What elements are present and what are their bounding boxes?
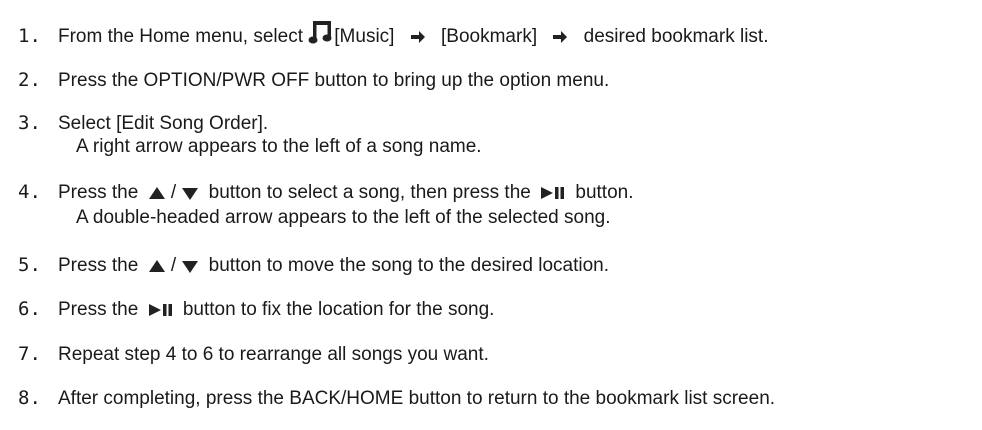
step-3: 3. Select [Edit Song Order]. (18, 111, 268, 136)
step-number: 6. (18, 298, 41, 320)
up-triangle-icon (148, 184, 166, 208)
step-number: 2. (18, 69, 41, 91)
step-text: Press the OPTION/PWR OFF button to bring… (58, 70, 610, 91)
step-text: Press the (58, 182, 139, 203)
step-number: 1. (18, 25, 41, 47)
step-number: 7. (18, 343, 41, 365)
slash-separator: / (170, 255, 177, 276)
bookmark-list-text: desired bookmark list. (583, 26, 769, 47)
slash-separator: / (170, 182, 177, 203)
step-text: Press the (58, 255, 139, 276)
step-number: 4. (18, 181, 41, 203)
play-pause-icon (540, 184, 566, 208)
step-text: button. (575, 182, 634, 203)
step-1: 1. From the Home menu, select [Music] [Bo… (18, 19, 768, 52)
step-text: button to select a song, then press the (208, 182, 531, 203)
step-2: 2. Press the OPTION/PWR OFF button to bri… (18, 68, 609, 93)
step-4-note: A double-headed arrow appears to the lef… (76, 207, 611, 228)
step-number: 3. (18, 112, 41, 134)
step-text: Repeat step 4 to 6 to rearrange all song… (58, 344, 489, 365)
step-6: 6. Press the button to fix the location f… (18, 297, 494, 325)
step-8: 8. After completing, press the BACK/HOME … (18, 386, 775, 411)
step-7: 7. Repeat step 4 to 6 to rearrange all so… (18, 342, 489, 367)
down-triangle-icon (181, 184, 199, 208)
step-4: 4. Press the / button to select a song, t… (18, 180, 634, 208)
bookmark-label: [Bookmark] (441, 26, 538, 47)
down-triangle-icon (181, 257, 199, 281)
step-number: 8. (18, 387, 41, 409)
right-arrow-icon (410, 27, 426, 51)
step-text: After completing, press the BACK/HOME bu… (58, 388, 776, 409)
play-pause-icon (148, 301, 174, 325)
step-5: 5. Press the / button to move the song to… (18, 253, 609, 281)
step-text: From the Home menu, select (58, 26, 303, 47)
step-text: Select [Edit Song Order]. (58, 113, 269, 134)
step-text: Press the (58, 299, 139, 320)
music-note-icon (308, 19, 334, 52)
step-text: button to fix the location for the song. (182, 299, 495, 320)
step-text: button to move the song to the desired l… (208, 255, 609, 276)
step-number: 5. (18, 254, 41, 276)
up-triangle-icon (148, 257, 166, 281)
step-3-note: A right arrow appears to the left of a s… (76, 136, 482, 157)
right-arrow-icon (552, 27, 568, 51)
music-label: [Music] (334, 26, 395, 47)
